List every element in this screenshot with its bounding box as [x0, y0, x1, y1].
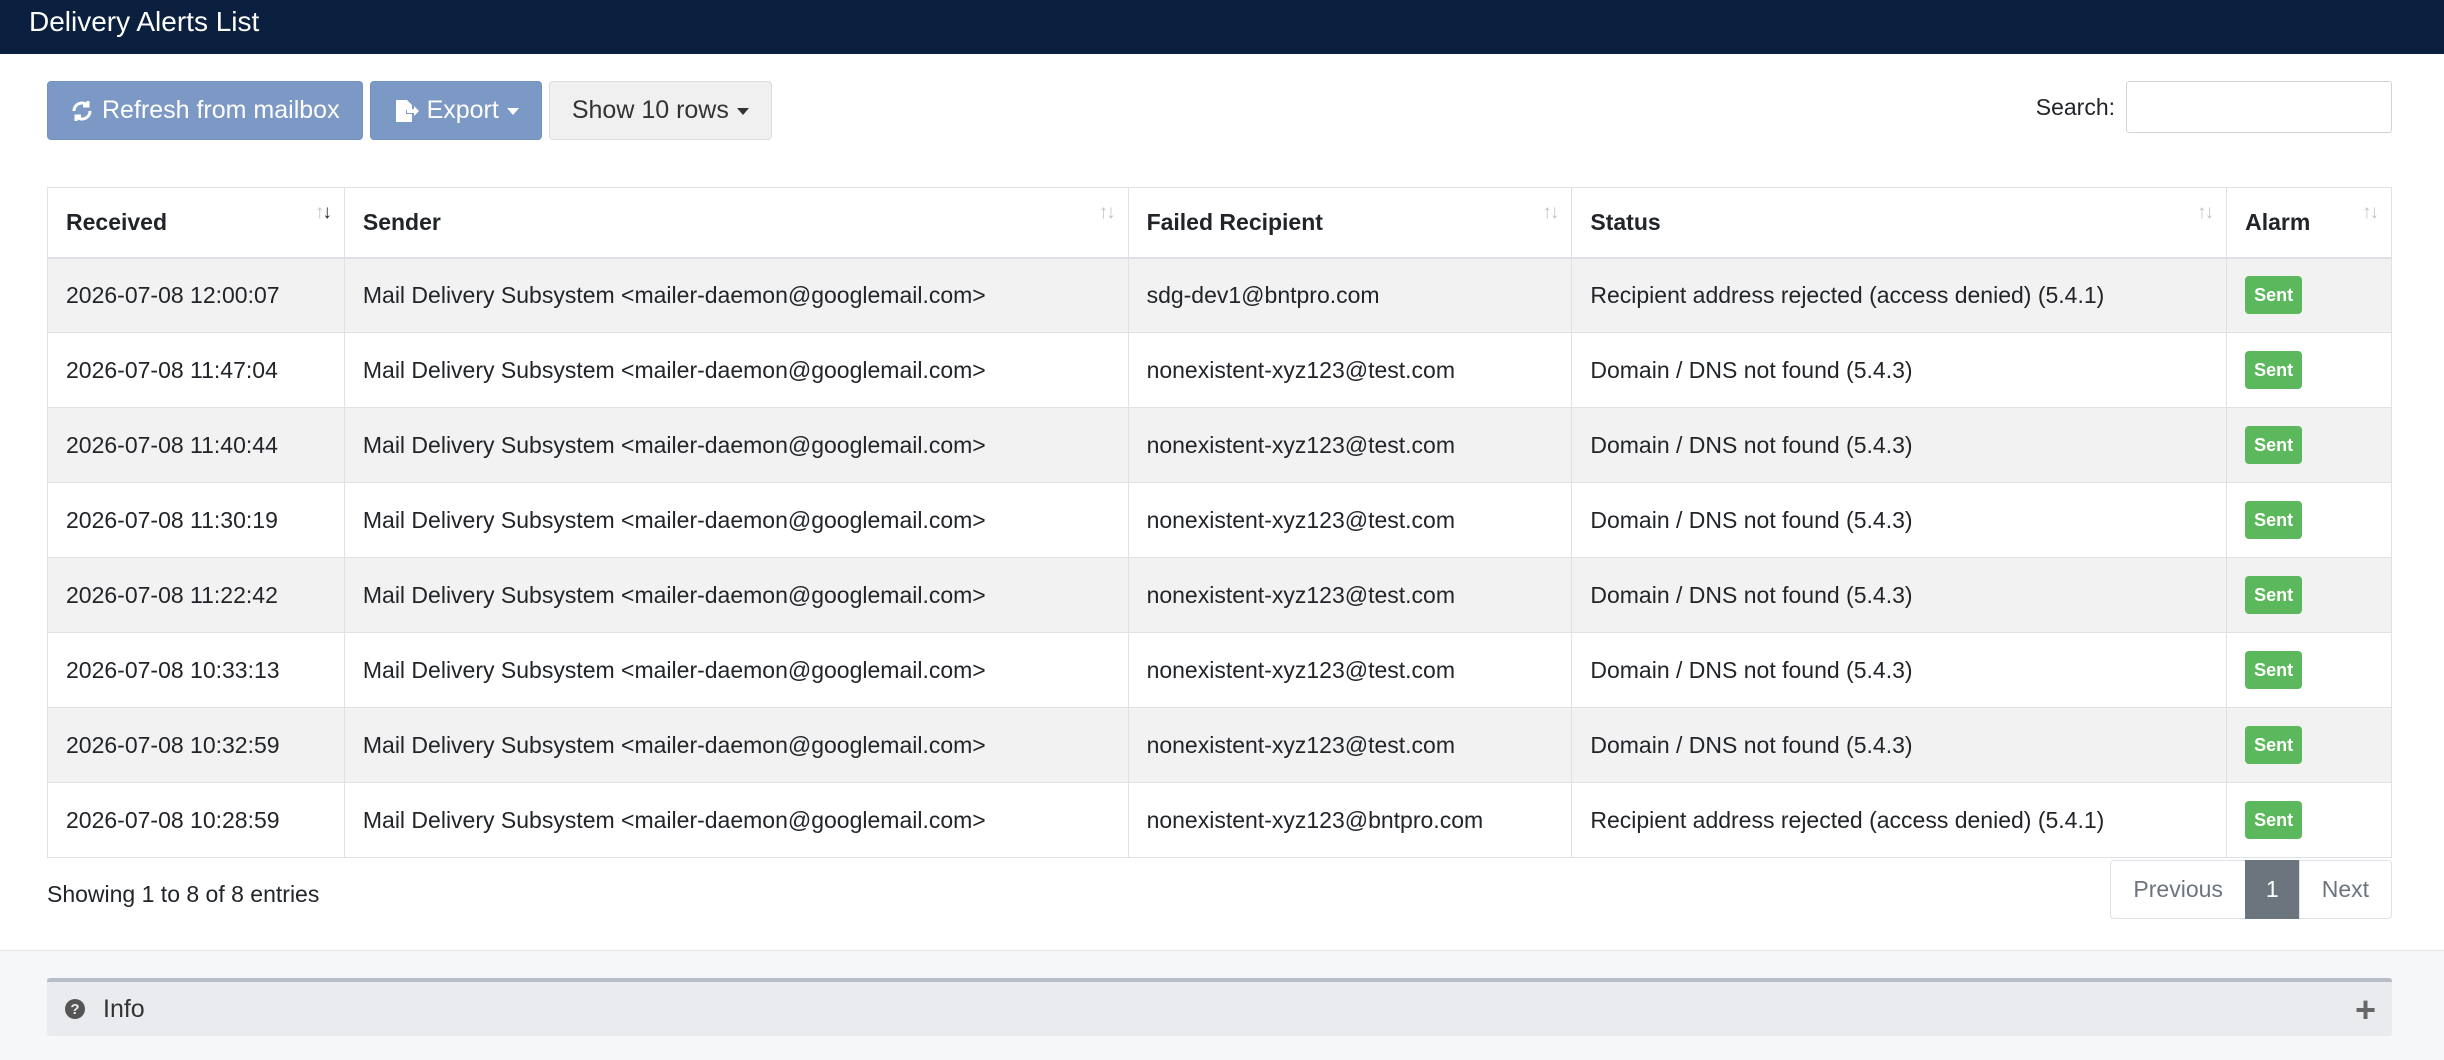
cell-sender: Mail Delivery Subsystem <mailer-daemon@g…: [343, 557, 1129, 633]
chevron-down-icon: [736, 108, 749, 115]
search-label: Search:: [2035, 93, 2115, 120]
status-badge: Sent: [2245, 801, 2303, 839]
cell-sender: Mail Delivery Subsystem <mailer-daemon@g…: [343, 257, 1129, 333]
cell-recipient: nonexistent-xyz123@test.com: [1127, 482, 1573, 558]
cell-recipient: nonexistent-xyz123@test.com: [1127, 632, 1573, 708]
refresh-label: Refresh from mailbox: [102, 96, 340, 124]
cell-sender: Mail Delivery Subsystem <mailer-daemon@g…: [343, 782, 1129, 858]
table-row[interactable]: 2026-07-08 11:22:42 Mail Delivery Subsys…: [47, 557, 2392, 633]
status-badge: Sent: [2245, 501, 2303, 539]
cell-status: Recipient address rejected (access denie…: [1571, 257, 2228, 333]
cell-sender: Mail Delivery Subsystem <mailer-daemon@g…: [343, 407, 1129, 483]
file-export-icon: [393, 98, 419, 124]
table-row[interactable]: 2026-07-08 11:47:04 Mail Delivery Subsys…: [47, 332, 2392, 408]
next-page-button[interactable]: Next: [2298, 860, 2392, 919]
cell-status: Domain / DNS not found (5.4.3): [1571, 557, 2228, 633]
pagination: Previous 1 Next: [2110, 860, 2392, 919]
refresh-icon: [70, 99, 94, 123]
search-box: Search:: [2036, 81, 2392, 133]
page-title: Delivery Alerts List: [29, 6, 260, 37]
cell-sender: Mail Delivery Subsystem <mailer-daemon@g…: [343, 482, 1129, 558]
cell-sender: Mail Delivery Subsystem <mailer-daemon@g…: [343, 707, 1129, 783]
refresh-button[interactable]: Refresh from mailbox: [47, 81, 363, 140]
cell-alarm: Sent: [2226, 632, 2392, 708]
cell-alarm: Sent: [2226, 482, 2392, 558]
table-row[interactable]: 2026-07-08 10:28:59 Mail Delivery Subsys…: [47, 782, 2392, 858]
status-badge: Sent: [2245, 276, 2303, 315]
cell-received: 2026-07-08 10:33:13: [47, 632, 345, 708]
column-header-failed-recipient[interactable]: Failed Recipient ↑↓: [1127, 187, 1573, 259]
column-header-status[interactable]: Status ↑↓: [1571, 187, 2228, 259]
cell-sender: Mail Delivery Subsystem <mailer-daemon@g…: [343, 332, 1129, 408]
cell-alarm: Sent: [2226, 707, 2392, 783]
cell-recipient: sdg-dev1@bntpro.com: [1127, 257, 1573, 333]
table-row[interactable]: 2026-07-08 10:33:13 Mail Delivery Subsys…: [47, 632, 2392, 708]
cell-status: Recipient address rejected (access denie…: [1571, 782, 2228, 858]
cell-recipient: nonexistent-xyz123@test.com: [1127, 332, 1573, 408]
cell-received: 2026-07-08 10:28:59: [47, 782, 345, 858]
table-row[interactable]: 2026-07-08 11:40:44 Mail Delivery Subsys…: [47, 407, 2392, 483]
cell-recipient: nonexistent-xyz123@bntpro.com: [1127, 782, 1573, 858]
top-bar: Delivery Alerts List: [0, 0, 2444, 54]
cell-received: 2026-07-08 11:40:44: [47, 407, 345, 483]
sort-arrows-icon: ↑↓: [1542, 202, 1559, 223]
cell-status: Domain / DNS not found (5.4.3): [1571, 707, 2228, 783]
export-button[interactable]: Export: [369, 81, 542, 140]
table-row[interactable]: 2026-07-08 12:00:07 Mail Delivery Subsys…: [47, 257, 2392, 333]
table-header-row: Received ↑↓ Sender ↑↓ Failed Recipient ↑…: [47, 187, 2392, 259]
info-panel-title: Info: [103, 994, 145, 1023]
cell-received: 2026-07-08 11:47:04: [47, 332, 345, 408]
cell-recipient: nonexistent-xyz123@test.com: [1127, 707, 1573, 783]
page-1-button[interactable]: 1: [2244, 860, 2300, 919]
search-input[interactable]: [2126, 81, 2392, 133]
cell-alarm: Sent: [2226, 257, 2392, 333]
toolbar: Refresh from mailbox Export Show 10 rows: [47, 81, 772, 140]
cell-status: Domain / DNS not found (5.4.3): [1571, 407, 2228, 483]
column-header-alarm[interactable]: Alarm ↑↓: [2226, 187, 2392, 259]
cell-status: Domain / DNS not found (5.4.3): [1571, 482, 2228, 558]
cell-status: Domain / DNS not found (5.4.3): [1571, 332, 2228, 408]
cell-received: 2026-07-08 11:30:19: [47, 482, 345, 558]
table-info: Showing 1 to 8 of 8 entries: [47, 881, 320, 907]
sort-arrows-icon: ↑↓: [2362, 202, 2379, 223]
export-label: Export: [426, 96, 499, 124]
info-panel-header[interactable]: ? Info +: [47, 978, 2392, 1036]
cell-received: 2026-07-08 12:00:07: [47, 257, 345, 333]
alerts-table: Received ↑↓ Sender ↑↓ Failed Recipient ↑…: [47, 187, 2392, 858]
status-badge: Sent: [2245, 726, 2303, 764]
cell-status: Domain / DNS not found (5.4.3): [1571, 632, 2228, 708]
status-badge: Sent: [2245, 426, 2303, 464]
cell-alarm: Sent: [2226, 557, 2392, 633]
status-badge: Sent: [2245, 351, 2303, 389]
cell-alarm: Sent: [2226, 782, 2392, 858]
status-badge: Sent: [2245, 651, 2303, 689]
chevron-down-icon: [506, 108, 519, 115]
cell-alarm: Sent: [2226, 332, 2392, 408]
cell-recipient: nonexistent-xyz123@test.com: [1127, 407, 1573, 483]
cell-sender: Mail Delivery Subsystem <mailer-daemon@g…: [343, 632, 1129, 708]
sort-arrows-icon: ↑↓: [1098, 202, 1116, 223]
column-header-sender[interactable]: Sender ↑↓: [343, 187, 1129, 259]
cell-received: 2026-07-08 11:22:42: [47, 557, 345, 633]
cell-received: 2026-07-08 10:32:59: [47, 707, 345, 783]
question-circle-icon: ?: [65, 999, 85, 1019]
table-row[interactable]: 2026-07-08 10:32:59 Mail Delivery Subsys…: [47, 707, 2392, 783]
status-badge: Sent: [2245, 576, 2303, 614]
show-rows-label: Show 10 rows: [571, 96, 729, 124]
sort-arrows-icon: ↑↓: [2197, 202, 2214, 223]
cell-recipient: nonexistent-xyz123@test.com: [1127, 557, 1573, 633]
sort-desc-icon: ↑↓: [314, 202, 332, 223]
cell-alarm: Sent: [2226, 407, 2392, 483]
previous-page-button[interactable]: Previous: [2110, 860, 2246, 919]
table-row[interactable]: 2026-07-08 11:30:19 Mail Delivery Subsys…: [47, 482, 2392, 558]
plus-icon[interactable]: +: [2355, 988, 2376, 1032]
show-rows-dropdown[interactable]: Show 10 rows: [548, 81, 772, 140]
column-header-received[interactable]: Received ↑↓: [47, 187, 345, 259]
